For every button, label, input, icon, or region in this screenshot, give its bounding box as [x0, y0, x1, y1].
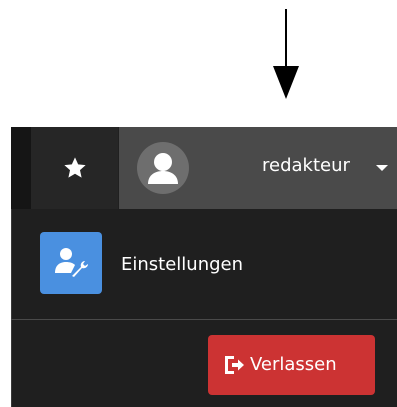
favorites-button[interactable] — [31, 127, 118, 209]
menu-item-settings-label: Einstellungen — [121, 254, 244, 275]
star-icon — [63, 157, 86, 178]
logout-button[interactable]: Verlassen — [208, 335, 375, 395]
user-dropdown-menu: Einstellungen Verlassen — [11, 209, 397, 407]
menu-divider — [11, 319, 397, 320]
user-menu-toggle[interactable]: redakteur — [119, 127, 397, 209]
navbar-edge — [11, 127, 31, 209]
avatar — [137, 142, 189, 194]
annotation-arrow-line — [285, 9, 287, 67]
top-navbar: redakteur — [11, 127, 397, 209]
sign-out-icon — [225, 356, 244, 374]
user-settings-icon-box — [40, 232, 102, 294]
user-avatar-icon — [148, 153, 178, 184]
caret-down-icon — [376, 165, 388, 171]
down-arrow-icon — [273, 66, 299, 99]
logout-label: Verlassen — [250, 354, 337, 375]
menu-item-settings[interactable]: Einstellungen — [11, 209, 397, 319]
user-settings-icon — [55, 248, 88, 277]
username-label: redakteur — [262, 155, 350, 176]
